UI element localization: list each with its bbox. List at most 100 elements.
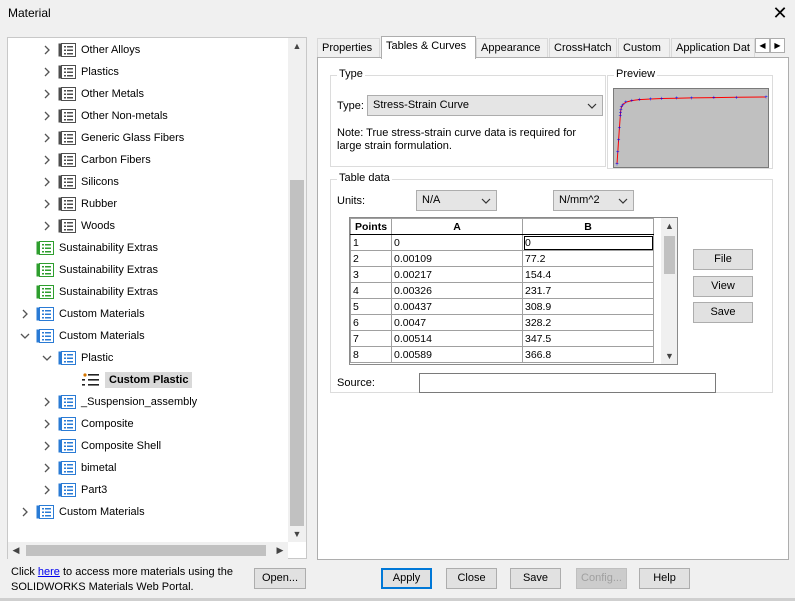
b-value-cell[interactable]: 347.5 [522, 330, 654, 347]
chevron-right-icon[interactable] [40, 395, 54, 409]
chevron-right-icon[interactable] [40, 87, 54, 101]
chevron-right-icon[interactable] [40, 109, 54, 123]
unit-a-dropdown[interactable]: N/A [416, 190, 497, 211]
table-row[interactable]: 5 0.00437 308.9 [350, 298, 654, 315]
tree-item[interactable]: Other Non-metals [40, 105, 168, 127]
table-row[interactable]: 3 0.00217 154.4 [350, 266, 654, 283]
tree-item[interactable]: Other Alloys [40, 39, 140, 61]
tree-item[interactable]: Plastic [40, 347, 113, 369]
view-button[interactable]: View [693, 276, 753, 297]
chevron-right-icon[interactable] [18, 307, 32, 321]
table-row[interactable]: 2 0.00109 77.2 [350, 250, 654, 267]
tab-properties[interactable]: Properties [317, 38, 380, 58]
tree-item[interactable]: Sustainability Extras [18, 281, 158, 303]
b-value-cell[interactable]: 154.4 [522, 266, 654, 283]
table-row[interactable]: 100 [350, 234, 654, 251]
tab-scroll-left-icon[interactable]: ◀ [755, 38, 770, 53]
chevron-right-icon[interactable] [18, 505, 32, 519]
tree-item[interactable]: Sustainability Extras [18, 237, 158, 259]
tree-item[interactable]: Woods [40, 215, 115, 237]
tree-item[interactable]: Plastics [40, 61, 119, 83]
a-value-cell[interactable]: 0.00514 [391, 330, 523, 347]
web-portal-link[interactable]: here [38, 566, 60, 578]
chevron-right-icon[interactable] [40, 131, 54, 145]
b-value-cell[interactable]: 308.9 [522, 298, 654, 315]
tab-scroll-right-icon[interactable]: ▶ [770, 38, 785, 53]
b-value-cell[interactable]: 0 [522, 234, 654, 251]
chevron-right-icon[interactable] [40, 483, 54, 497]
tree-item[interactable]: Custom Materials [18, 501, 145, 523]
tree-item[interactable]: Sustainability Extras [18, 259, 158, 281]
chevron-right-icon[interactable] [40, 461, 54, 475]
open-button[interactable]: Open... [254, 568, 306, 589]
b-value-cell[interactable]: 328.2 [522, 314, 654, 331]
data-grid[interactable]: Points A B 1 0 0 2 0.00109 77.2 3 0.00217 154.4 4… [349, 217, 678, 365]
tree-horizontal-scrollbar[interactable]: ◀ ▶ [8, 542, 288, 559]
tab-appearance[interactable]: Appearance [476, 38, 548, 58]
scroll-right-icon[interactable]: ▶ [272, 542, 288, 559]
chevron-right-icon[interactable] [40, 43, 54, 57]
grid-vertical-scrollbar[interactable]: ▲ ▼ [661, 218, 677, 364]
scroll-up-icon[interactable]: ▲ [661, 218, 677, 234]
file-button[interactable]: File [693, 249, 753, 270]
type-dropdown[interactable]: Stress-Strain Curve [367, 95, 603, 116]
tree-item[interactable]: Silicons [40, 171, 119, 193]
chevron-down-icon[interactable] [40, 351, 54, 365]
apply-button[interactable]: Apply [381, 568, 432, 589]
chevron-down-icon[interactable] [18, 329, 32, 343]
close-icon[interactable]: ✕ [770, 2, 790, 24]
tab-crosshatch[interactable]: CrossHatch [549, 38, 617, 58]
scroll-thumb-horizontal[interactable] [26, 545, 266, 556]
grid-scroll-thumb[interactable] [664, 236, 675, 274]
b-value-cell[interactable]: 77.2 [522, 250, 654, 267]
source-input[interactable] [419, 373, 716, 393]
tab-custom[interactable]: Custom [618, 38, 670, 58]
a-value-cell[interactable]: 0 [391, 234, 523, 251]
b-value-cell[interactable]: 231.7 [522, 282, 654, 299]
a-value-cell[interactable]: 0.00326 [391, 282, 523, 299]
unit-b-dropdown[interactable]: N/mm^2 [553, 190, 634, 211]
tree-item[interactable]: Other Metals [40, 83, 144, 105]
tree-item[interactable]: bimetal [40, 457, 116, 479]
chevron-right-icon[interactable] [40, 219, 54, 233]
tree-item[interactable]: Custom Materials [18, 325, 145, 347]
a-value-cell[interactable]: 0.0047 [391, 314, 523, 331]
scroll-left-icon[interactable]: ◀ [8, 542, 24, 559]
chevron-right-icon[interactable] [40, 65, 54, 79]
tree-item[interactable]: Rubber [40, 193, 117, 215]
tree-item[interactable]: Custom Materials [18, 303, 145, 325]
table-row[interactable]: 7 0.00514 347.5 [350, 330, 654, 347]
chevron-right-icon[interactable] [40, 439, 54, 453]
close-button[interactable]: Close [446, 568, 497, 589]
save-table-button[interactable]: Save [693, 302, 753, 323]
table-row[interactable]: 8 0.00589 366.8 [350, 346, 654, 363]
save-button[interactable]: Save [510, 568, 561, 589]
tree-item[interactable]: Part3 [40, 479, 107, 501]
tree-item[interactable]: _Suspension_assembly [40, 391, 197, 413]
table-row[interactable]: 4 0.00326 231.7 [350, 282, 654, 299]
chevron-right-icon[interactable] [40, 417, 54, 431]
scroll-down-icon[interactable]: ▼ [288, 526, 306, 542]
a-value-cell[interactable]: 0.00589 [391, 346, 523, 363]
a-value-cell[interactable]: 0.00109 [391, 250, 523, 267]
table-row[interactable]: 6 0.0047 328.2 [350, 314, 654, 331]
chevron-right-icon[interactable] [40, 197, 54, 211]
help-button[interactable]: Help [639, 568, 690, 589]
tree-item[interactable]: Generic Glass Fibers [40, 127, 184, 149]
config-button[interactable]: Config... [576, 568, 627, 589]
tab-tables-curves[interactable]: Tables & Curves [381, 36, 476, 59]
tree-item[interactable]: Composite [40, 413, 134, 435]
a-value-cell[interactable]: 0.00217 [391, 266, 523, 283]
tab-application-data[interactable]: Application Dat [671, 38, 755, 58]
chevron-right-icon[interactable] [40, 175, 54, 189]
scroll-thumb[interactable] [290, 180, 304, 526]
chevron-right-icon[interactable] [40, 153, 54, 167]
tree-vertical-scrollbar[interactable]: ▲ ▼ [288, 38, 306, 542]
scroll-down-icon[interactable]: ▼ [661, 348, 677, 364]
tree-item[interactable]: Custom Plastic [64, 369, 193, 391]
scroll-up-icon[interactable]: ▲ [288, 38, 306, 54]
a-value-cell[interactable]: 0.00437 [391, 298, 523, 315]
tree-item[interactable]: Composite Shell [40, 435, 161, 457]
tree-item[interactable]: Carbon Fibers [40, 149, 151, 171]
b-value-cell[interactable]: 366.8 [522, 346, 654, 363]
